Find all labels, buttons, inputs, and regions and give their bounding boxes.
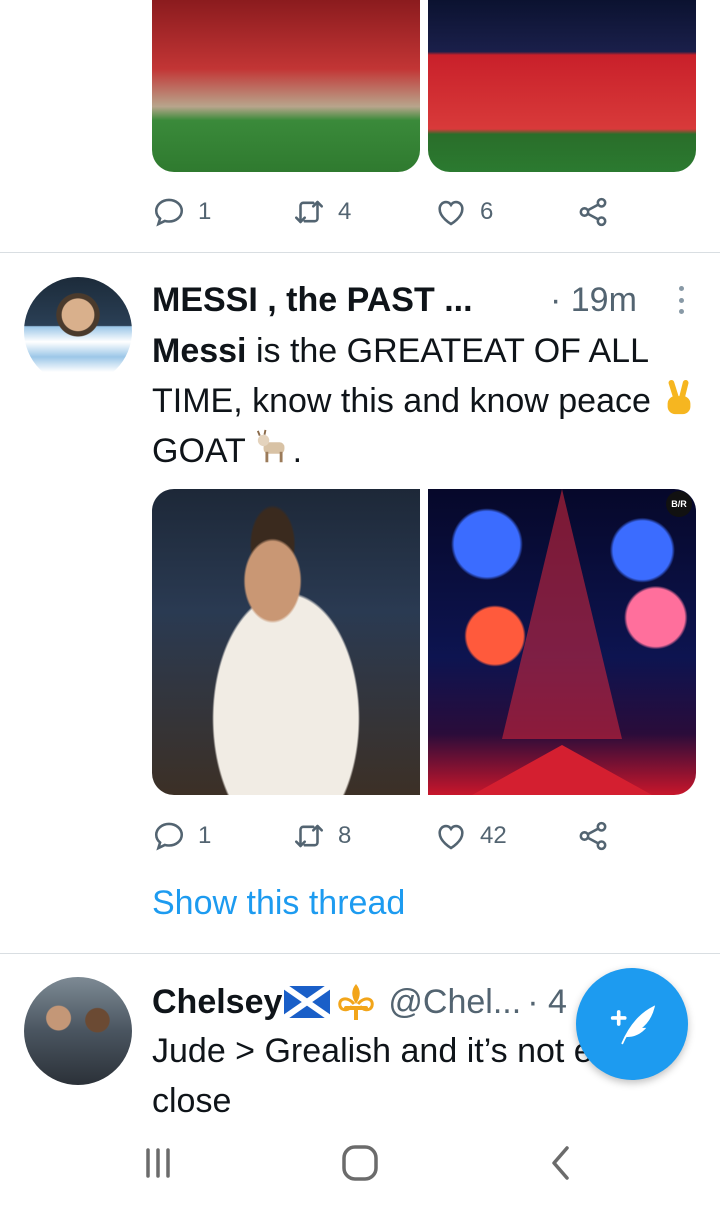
- tweet-photo[interactable]: [428, 0, 696, 172]
- recents-button[interactable]: [134, 1139, 182, 1187]
- like-button[interactable]: 6: [434, 195, 576, 229]
- retweet-icon: [294, 200, 324, 224]
- tweet-actions: 1 4 6: [152, 192, 632, 232]
- author-handle[interactable]: @Chel...: [388, 983, 521, 1022]
- tweet-text-bold: Messi: [152, 332, 247, 370]
- system-navigation-bar: [0, 1115, 720, 1208]
- retweet-icon: [294, 824, 324, 848]
- reply-button[interactable]: 1: [152, 819, 292, 853]
- reply-count: 1: [198, 198, 212, 225]
- red-carpet-shape: [472, 745, 652, 795]
- tweet-text-end: .: [292, 432, 303, 470]
- author-name[interactable]: Chelsey: [152, 983, 282, 1022]
- retweet-button[interactable]: 8: [292, 819, 434, 853]
- tweet-text: Messi is the GREATEAT OF ALL TIME, know …: [152, 326, 702, 476]
- tweet-actions: 1 8 42: [152, 816, 632, 856]
- share-icon: [579, 197, 607, 227]
- scotland-flag-icon: [284, 986, 331, 1018]
- like-button[interactable]: 42: [434, 819, 576, 853]
- author-name[interactable]: MESSI , the PAST ...: [152, 281, 542, 320]
- tweet-timestamp[interactable]: · 4: [527, 983, 567, 1022]
- reply-button[interactable]: 1: [152, 195, 292, 229]
- victory-hand-emoji-icon: [667, 379, 691, 415]
- reply-icon: [154, 198, 184, 227]
- retweet-count: 4: [338, 198, 352, 225]
- like-count: 6: [480, 198, 494, 225]
- retweet-button[interactable]: 4: [292, 195, 434, 229]
- recents-icon: [146, 1148, 170, 1178]
- reply-count: 1: [198, 822, 212, 849]
- tweet-text-goat: GOAT: [152, 432, 246, 470]
- tweet-divider: [0, 252, 720, 253]
- back-icon: [552, 1146, 569, 1180]
- home-icon: [342, 1145, 378, 1181]
- tweet-timestamp[interactable]: · 19m: [550, 281, 637, 320]
- tweet-header: MESSI , the PAST ... · 19m: [152, 278, 692, 322]
- tweet-photo[interactable]: B/R: [428, 489, 696, 795]
- avatar[interactable]: [24, 277, 132, 385]
- share-button[interactable]: [576, 819, 610, 853]
- compose-tweet-icon: [610, 1005, 656, 1045]
- like-count: 42: [480, 822, 507, 849]
- media-watermark: B/R: [666, 491, 692, 517]
- heart-icon: [438, 200, 464, 226]
- timeline-feed[interactable]: 1 4 6 MESSI , the PAST ... · 19m Messi i…: [0, 0, 720, 1115]
- tweet-media-grid: [152, 0, 696, 172]
- tweet-divider: [0, 953, 720, 954]
- reply-icon: [154, 822, 184, 851]
- compose-tweet-button[interactable]: [576, 968, 688, 1080]
- tweet-photo[interactable]: [152, 489, 420, 795]
- tweet-photo[interactable]: [152, 0, 420, 172]
- home-button[interactable]: [336, 1139, 384, 1187]
- retweet-count: 8: [338, 822, 352, 849]
- show-thread-link[interactable]: Show this thread: [152, 884, 405, 923]
- goat-emoji-icon: [256, 429, 285, 463]
- avatar[interactable]: [24, 977, 132, 1085]
- share-icon: [579, 821, 607, 851]
- tweet-media-grid: B/R: [152, 489, 696, 795]
- back-button[interactable]: [538, 1139, 586, 1187]
- share-button[interactable]: [576, 195, 610, 229]
- more-vertical-icon[interactable]: [676, 286, 686, 314]
- heart-icon: [438, 824, 464, 850]
- eiffel-tower-shape: [502, 489, 622, 739]
- fleur-de-lis-icon: [338, 984, 375, 1020]
